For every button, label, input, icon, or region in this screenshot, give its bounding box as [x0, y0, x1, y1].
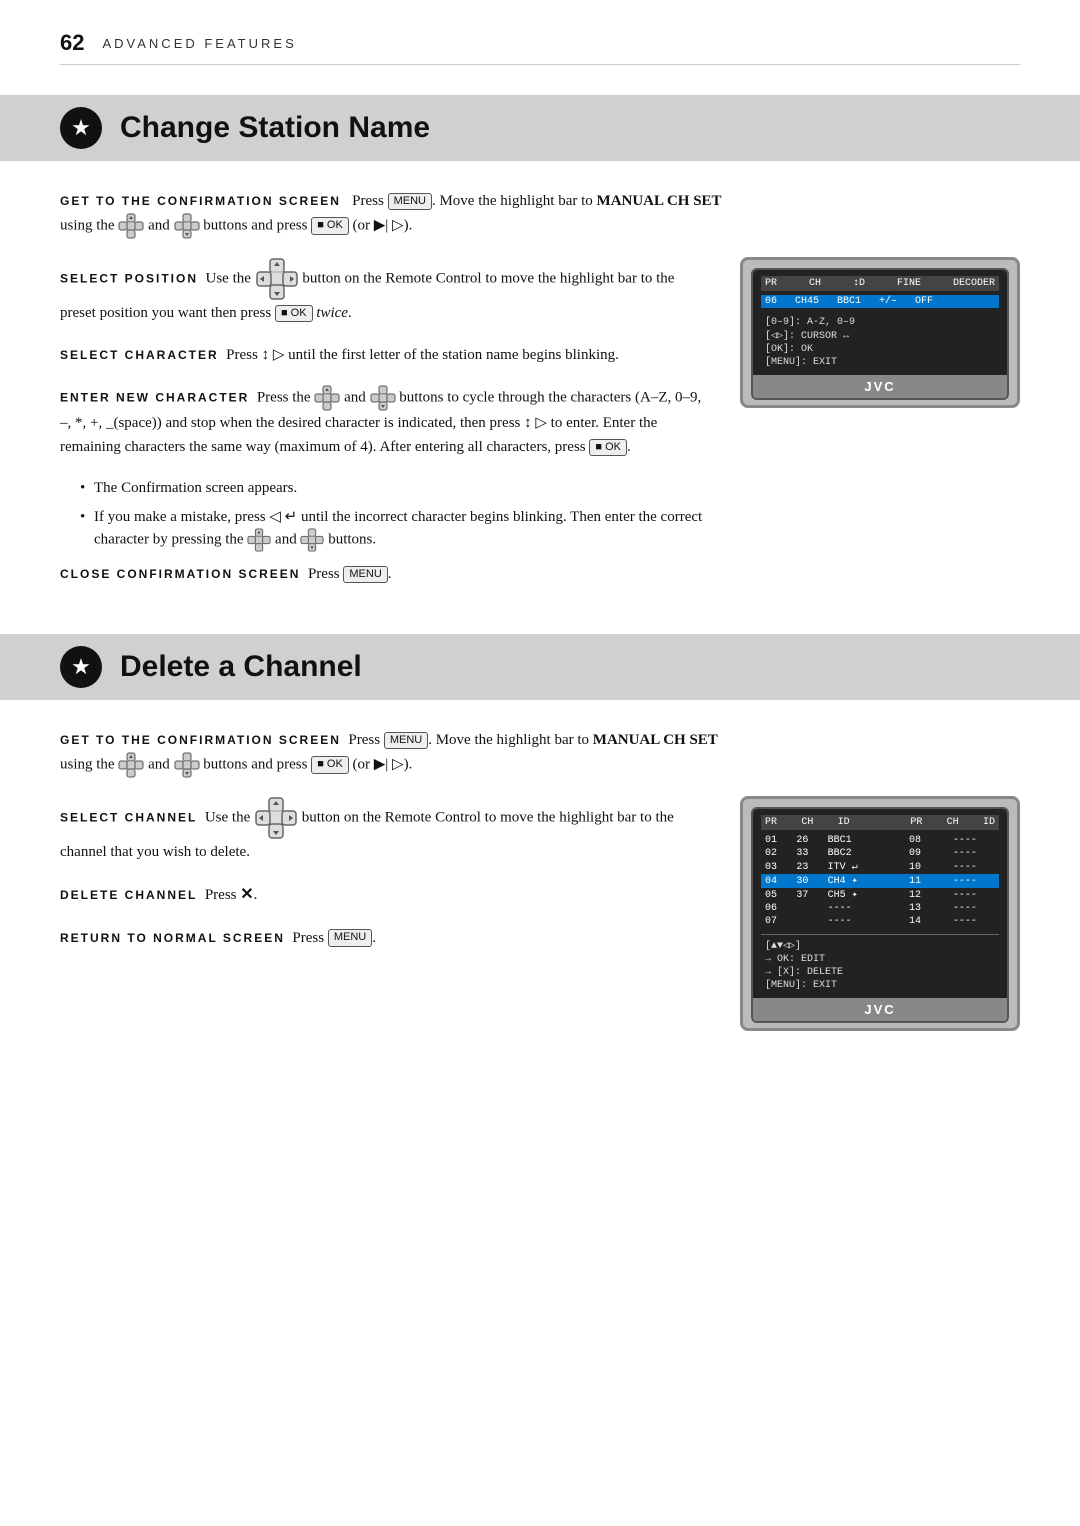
section2-step-return-screen: RETURN TO NORMAL SCREEN Press MENU. [60, 926, 710, 950]
table-row: 0323ITV ↵ 10---- [761, 860, 999, 874]
section1-label-select-char: SELECT CHARACTER [60, 348, 219, 362]
section2-step-select-channel: SELECT CHANNEL Use the button on the Rem [60, 796, 710, 864]
section1-label-get-screen: GET TO THE CONFIRMATION SCREEN [60, 194, 341, 208]
menu-button-2: MENU [343, 566, 387, 583]
dpad-down-icon-1 [174, 213, 200, 239]
section2-label-get-screen: GET TO THE CONFIRMATION SCREEN [60, 733, 341, 747]
section2-star-badge: ★ [60, 646, 102, 688]
section1-using-the: using the [60, 217, 118, 233]
section2-label-select-ch: SELECT CHANNEL [60, 810, 197, 824]
table-row-highlight: 0430CH4 ✦ 11---- [761, 874, 999, 888]
dpad-down-icon-2 [370, 385, 396, 411]
section1-step-close-screen: CLOSE CONFIRMATION SCREEN Press MENU. [60, 562, 710, 586]
section1-star-badge: ★ [60, 107, 102, 149]
bullet-item-1: The Confirmation screen appears. [80, 477, 710, 500]
section2-step-delete-channel: DELETE CHANNEL Press ✕. [60, 882, 710, 908]
section2-step-get-to-screen: GET TO THE CONFIRMATION SCREEN Press MEN… [60, 728, 1020, 778]
menu-button-3: MENU [384, 732, 428, 749]
section1-header: ★ Change Station Name [0, 95, 1080, 161]
section2-star-icon: ★ [71, 656, 91, 678]
section1-two-col: SELECT POSITION Use the button on the Re [60, 257, 1020, 604]
ok-button-3: ■ OK [589, 439, 627, 456]
section2-label-return: RETURN TO NORMAL SCREEN [60, 931, 285, 945]
section1-bullets: The Confirmation screen appears. If you … [80, 477, 710, 552]
bullet-item-2: If you make a mistake, press ◁ ↵ until t… [80, 506, 710, 553]
tv-screen-inner-2: PR CH ID PR CH ID [753, 809, 1007, 998]
section1-step-select-position: SELECT POSITION Use the button on the Re [60, 257, 710, 325]
ok-button-2: ■ OK [275, 305, 313, 322]
tv-screen-1: PR CH ↕D FINE DECODER 06 CH45 BBC1 +/– O… [751, 268, 1009, 400]
section1-content: GET TO THE CONFIRMATION SCREEN Press MEN… [60, 189, 1020, 634]
section1-step-enter-char: ENTER NEW CHARACTER Press the and [60, 385, 710, 459]
tv-brand-2: JVC [753, 998, 1007, 1021]
tv-header-row-2: PR CH ID PR CH ID [761, 815, 999, 830]
tv-highlight-row-1: 06 CH45 BBC1 +/– OFF [761, 295, 999, 308]
dpad-full-icon-1 [255, 257, 299, 301]
dpad-down-icon-3 [300, 528, 324, 552]
section1-label-close-screen: CLOSE CONFIRMATION SCREEN [60, 567, 300, 581]
ok-button-1: ■ OK [311, 217, 349, 234]
section2-tv-screen: PR CH ID PR CH ID [740, 796, 1020, 1031]
section2-two-col: SELECT CHANNEL Use the button on the Rem [60, 796, 1020, 1031]
table-row: 07---- 14---- [761, 915, 999, 928]
section1-text-col: SELECT POSITION Use the button on the Re [60, 257, 710, 604]
channel-table: 0126BBC1 08---- 0233BBC2 09---- [761, 834, 999, 928]
section2-content: GET TO THE CONFIRMATION SCREEN Press MEN… [60, 728, 1020, 1061]
x-button: ✕ [240, 886, 253, 903]
tv-screen-inner-1: PR CH ↕D FINE DECODER 06 CH45 BBC1 +/– O… [753, 270, 1007, 375]
page-chapter: ADVANCED FEATURES [102, 36, 296, 51]
dpad-down-icon-4 [174, 752, 200, 778]
section1-step-select-char: SELECT CHARACTER Press ↕ ▷ until the fir… [60, 343, 710, 367]
section2-title: Delete a Channel [120, 650, 362, 684]
tv-header-row-1: PR CH ↕D FINE DECODER [761, 276, 999, 291]
dpad-up-icon-2 [314, 385, 340, 411]
section2-label-delete-ch: DELETE CHANNEL [60, 888, 197, 902]
section2-header: ★ Delete a Channel [0, 634, 1080, 700]
menu-button-4: MENU [328, 929, 372, 946]
ok-button-4: ■ OK [311, 756, 349, 773]
section1-manual-ch-set: MANUAL CH SET [597, 193, 722, 209]
menu-button-1: MENU [388, 193, 432, 210]
section1-step-get-to-screen: GET TO THE CONFIRMATION SCREEN Press MEN… [60, 189, 1020, 239]
dpad-full-icon-2 [254, 796, 298, 840]
page: 62 ADVANCED FEATURES ★ Change Station Na… [0, 0, 1080, 1526]
page-number: 62 [60, 30, 84, 56]
tv-outer-1: PR CH ↕D FINE DECODER 06 CH45 BBC1 +/– O… [740, 257, 1020, 408]
dpad-up-icon-1 [118, 213, 144, 239]
page-header: 62 ADVANCED FEATURES [60, 30, 1020, 65]
table-row: 06---- 13---- [761, 902, 999, 915]
section1-text-press1: Press [352, 193, 384, 209]
dpad-up-icon-3 [247, 528, 271, 552]
section1-title: Change Station Name [120, 111, 430, 145]
tv-brand-1: JVC [753, 375, 1007, 398]
tv-screen-2: PR CH ID PR CH ID [751, 807, 1009, 1023]
section2-text-col: SELECT CHANNEL Use the button on the Rem [60, 796, 710, 968]
section1-label-select-pos: SELECT POSITION [60, 271, 198, 285]
table-row: 0233BBC2 09---- [761, 847, 999, 860]
tv-info-area-1: [0–9]: A-Z, 0–9 [◁▷]: CURSOR ↔ [OK]: OK … [761, 316, 999, 369]
tv-outer-2: PR CH ID PR CH ID [740, 796, 1020, 1031]
section1-tv-screen: PR CH ↕D FINE DECODER 06 CH45 BBC1 +/– O… [740, 257, 1020, 408]
table-row: 0126BBC1 08---- [761, 834, 999, 847]
table-row: 0537CH5 ✦ 12---- [761, 888, 999, 902]
section1-label-enter-char: ENTER NEW CHARACTER [60, 390, 249, 404]
section2-manual-ch-set: MANUAL CH SET [593, 732, 718, 748]
dpad-up-icon-4 [118, 752, 144, 778]
tv-nav-hints-2: [▲▼◁▷] → OK: EDIT → [X]: DELETE [MENU]: … [761, 934, 999, 992]
section1-star-icon: ★ [71, 117, 91, 139]
